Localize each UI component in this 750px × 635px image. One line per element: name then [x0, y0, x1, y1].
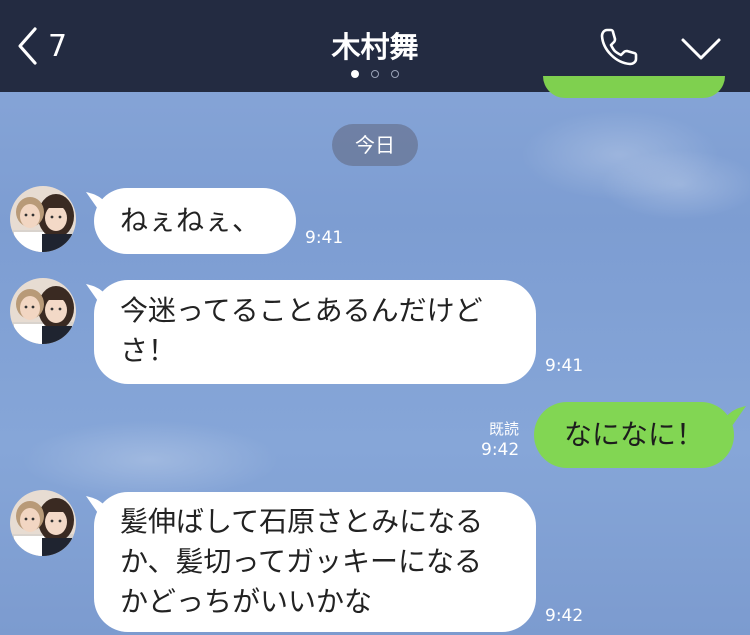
avatar[interactable]	[10, 186, 76, 252]
call-button[interactable]	[598, 26, 640, 72]
avatar[interactable]	[10, 490, 76, 556]
message-time: 9:41	[545, 356, 584, 376]
message-bubble[interactable]: なになに！	[534, 402, 734, 468]
message-bubble-partial	[543, 76, 725, 98]
message-bubble[interactable]: 今迷ってることあるんだけど さ！	[94, 280, 536, 384]
avatar-photo	[10, 186, 76, 252]
message-text-line: 髪伸ばして石原さとみになる	[120, 505, 484, 538]
message-bubble[interactable]: 髪伸ばして石原さとみになる か、髪切ってガッキーになる かどっちがいいかな	[94, 492, 536, 632]
background-cloud	[600, 150, 750, 220]
page-dot	[351, 70, 359, 78]
avatar-photo	[10, 278, 76, 344]
message-time: 9:41	[305, 228, 344, 248]
message-text-line: かどっちがいいかな	[120, 585, 373, 618]
message-time: 9:42	[481, 440, 520, 460]
menu-button[interactable]	[680, 36, 722, 66]
avatar[interactable]	[10, 278, 76, 344]
read-receipt: 既読	[489, 420, 520, 438]
background-cloud	[20, 420, 280, 500]
message-text: なになに！	[563, 418, 704, 451]
message-text-line: か、髪切ってガッキーになる	[120, 545, 483, 578]
chevron-down-icon	[680, 38, 722, 66]
message-bubble[interactable]: ねぇねぇ、	[94, 188, 296, 254]
message-text-line: 今迷ってることあるんだけど	[120, 294, 483, 327]
page-dot	[371, 70, 379, 78]
message-time: 9:42	[545, 606, 584, 626]
avatar-photo	[10, 490, 76, 556]
page-dot	[391, 70, 399, 78]
message-text-line: さ！	[120, 334, 177, 367]
date-divider: 今日	[332, 124, 418, 166]
message-text: ねぇねぇ、	[120, 204, 261, 237]
phone-icon	[598, 28, 640, 72]
